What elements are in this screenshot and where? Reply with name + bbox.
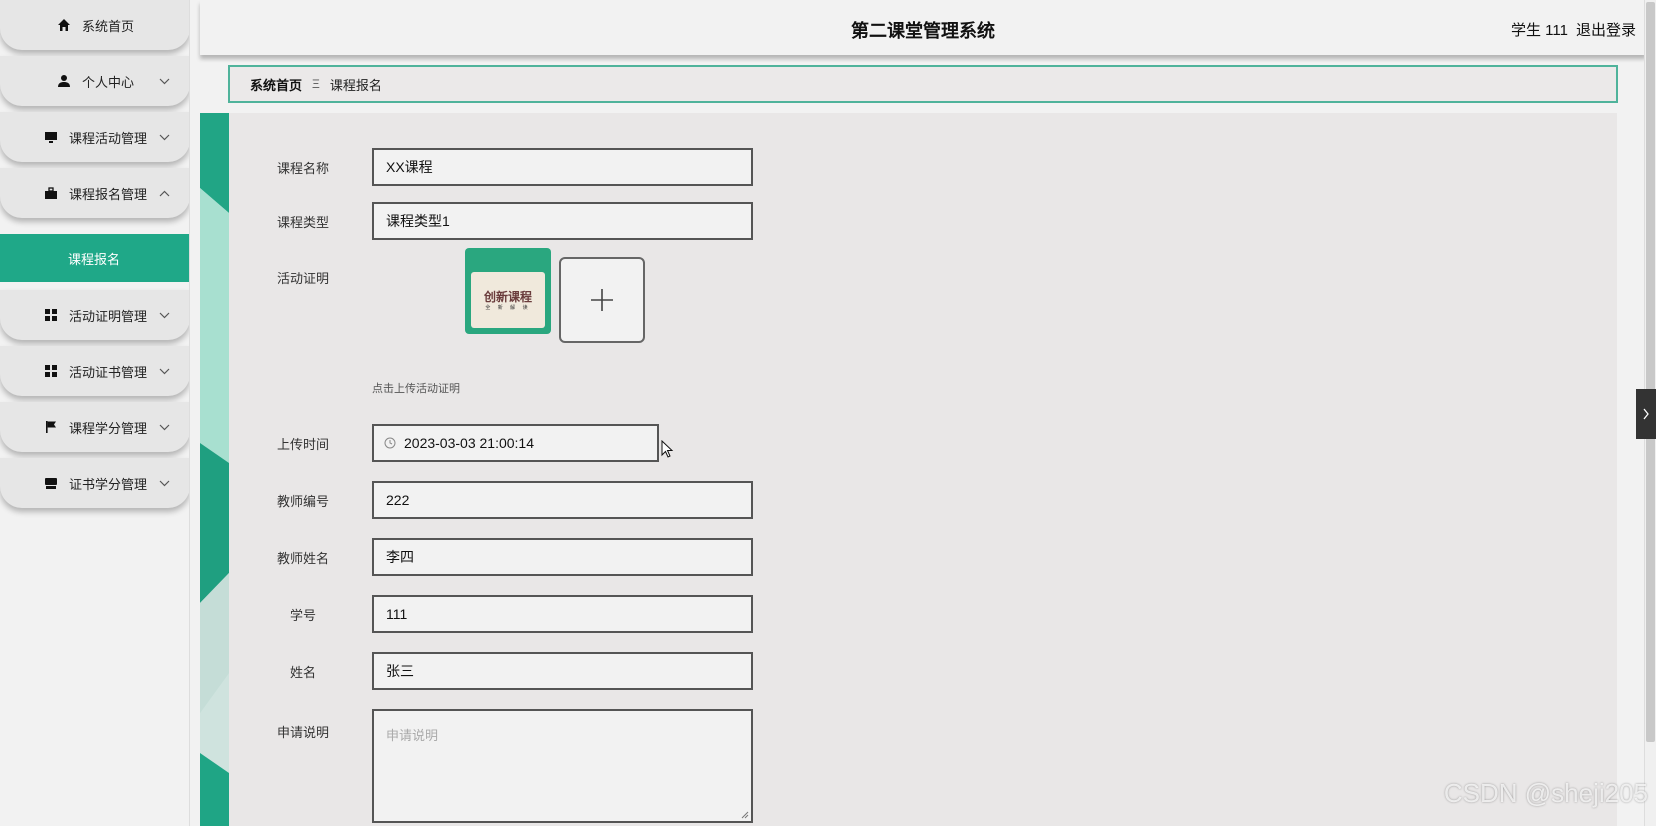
proof-label: 活动证明	[276, 271, 329, 286]
chevron-down-icon	[158, 75, 170, 87]
course-type-label: 课程类型	[276, 215, 329, 230]
upload-time-picker[interactable]: 2023-03-03 21:00:14	[372, 424, 659, 462]
monitor-icon	[43, 129, 59, 145]
breadcrumb-current: 课程报名	[329, 77, 382, 93]
chevron-up-icon	[158, 187, 170, 199]
sidebar-item-label: 证书学分管理	[68, 476, 147, 492]
remark-placeholder: 申请说明	[386, 728, 439, 743]
sidebar-item-activity-proof[interactable]: 活动证明管理	[0, 290, 189, 340]
breadcrumb-separator: Ξ	[312, 77, 320, 91]
proof-thumbnail[interactable]: 创新课程 全 新 解 读	[465, 248, 551, 334]
sidebar-item-label: 个人中心	[81, 74, 134, 90]
sidebar-item-label: 系统首页	[81, 18, 134, 34]
sidebar-item-course-activity[interactable]: 课程活动管理	[0, 112, 189, 162]
student-name-value: 张三	[386, 663, 414, 679]
logout-link[interactable]: 退出登录	[1576, 19, 1636, 40]
chevron-right-icon	[1643, 408, 1649, 420]
sidebar-item-label: 活动证明管理	[68, 308, 147, 324]
student-id-value: 111	[386, 606, 408, 622]
home-icon	[56, 17, 72, 33]
sidebar: 系统首页 个人中心 课程活动管理 课程报名管理 课程报名 活动证明管理 活动证书…	[0, 0, 190, 826]
remark-textarea[interactable]: 申请说明	[372, 709, 753, 823]
breadcrumb-home[interactable]: 系统首页	[250, 75, 302, 94]
sidebar-item-label: 活动证书管理	[68, 364, 147, 380]
sidebar-item-course-signup[interactable]: 课程报名管理	[0, 168, 189, 218]
upload-time-label: 上传时间	[276, 437, 329, 452]
chevron-down-icon	[158, 365, 170, 377]
sidebar-item-label: 课程活动管理	[68, 130, 147, 146]
chevron-down-icon	[158, 131, 170, 143]
grid-icon	[43, 363, 59, 379]
chevron-down-icon	[158, 477, 170, 489]
mouse-cursor-icon	[661, 440, 674, 458]
teacher-name-label: 教师姓名	[276, 551, 329, 566]
sidebar-item-cert-credit[interactable]: 证书学分管理	[0, 458, 189, 508]
sidebar-item-course-credit[interactable]: 课程学分管理	[0, 402, 189, 452]
teacher-name-value: 李四	[386, 549, 414, 565]
book-image: 创新课程 全 新 解 读	[471, 272, 545, 328]
teacher-id-field[interactable]: 222	[372, 481, 753, 519]
side-panel-toggle[interactable]	[1636, 389, 1656, 439]
app: 系统首页 个人中心 课程活动管理 课程报名管理 课程报名 活动证明管理 活动证书…	[0, 0, 1656, 826]
chevron-down-icon	[158, 421, 170, 433]
user-icon	[56, 73, 72, 89]
upload-hint: 点击上传活动证明	[372, 383, 460, 395]
sidebar-subitem-course-signup[interactable]: 课程报名	[0, 234, 189, 282]
sidebar-item-home[interactable]: 系统首页	[0, 0, 189, 50]
app-title: 第二课堂管理系统	[851, 21, 995, 41]
upload-time-value: 2023-03-03 21:00:14	[404, 435, 534, 451]
student-id-label: 学号	[289, 608, 316, 623]
course-type-value: 课程类型1	[386, 213, 450, 229]
course-name-field[interactable]: XX课程	[372, 148, 753, 186]
briefcase-icon	[43, 185, 59, 201]
inbox-icon	[43, 475, 59, 491]
chevron-down-icon	[158, 309, 170, 321]
decorative-strip	[200, 113, 229, 826]
remark-label: 申请说明	[276, 725, 329, 740]
current-user: 学生 111	[1511, 22, 1568, 39]
sidebar-item-label: 课程报名管理	[68, 186, 147, 202]
sidebar-item-profile[interactable]: 个人中心	[0, 56, 189, 106]
scrollbar-thumb[interactable]	[1646, 2, 1655, 742]
course-name-value: XX课程	[386, 159, 433, 175]
student-id-field[interactable]: 111	[372, 595, 753, 633]
course-name-label: 课程名称	[276, 161, 329, 176]
student-name-label: 姓名	[289, 665, 316, 680]
course-type-field[interactable]: 课程类型1	[372, 202, 753, 240]
teacher-id-value: 222	[386, 492, 410, 508]
upload-button[interactable]	[559, 257, 645, 343]
thumb-title: 创新课程	[483, 290, 532, 304]
plus-icon	[591, 289, 613, 311]
flag-icon	[43, 419, 59, 435]
teacher-name-field[interactable]: 李四	[372, 538, 753, 576]
clock-icon	[384, 437, 396, 449]
student-name-field[interactable]: 张三	[372, 652, 753, 690]
watermark: CSDN @sheji205	[1443, 778, 1648, 808]
sidebar-item-label: 课程学分管理	[68, 420, 147, 436]
grid-icon	[43, 307, 59, 323]
top-header: 第二课堂管理系统 学生 111 退出登录	[200, 0, 1646, 55]
teacher-id-label: 教师编号	[276, 494, 329, 509]
breadcrumb: 系统首页 Ξ 课程报名	[228, 65, 1618, 103]
sidebar-item-activity-cert[interactable]: 活动证书管理	[0, 346, 189, 396]
resize-grip-icon[interactable]	[741, 811, 749, 819]
thumb-subtitle: 全 新 解 读	[485, 305, 531, 311]
